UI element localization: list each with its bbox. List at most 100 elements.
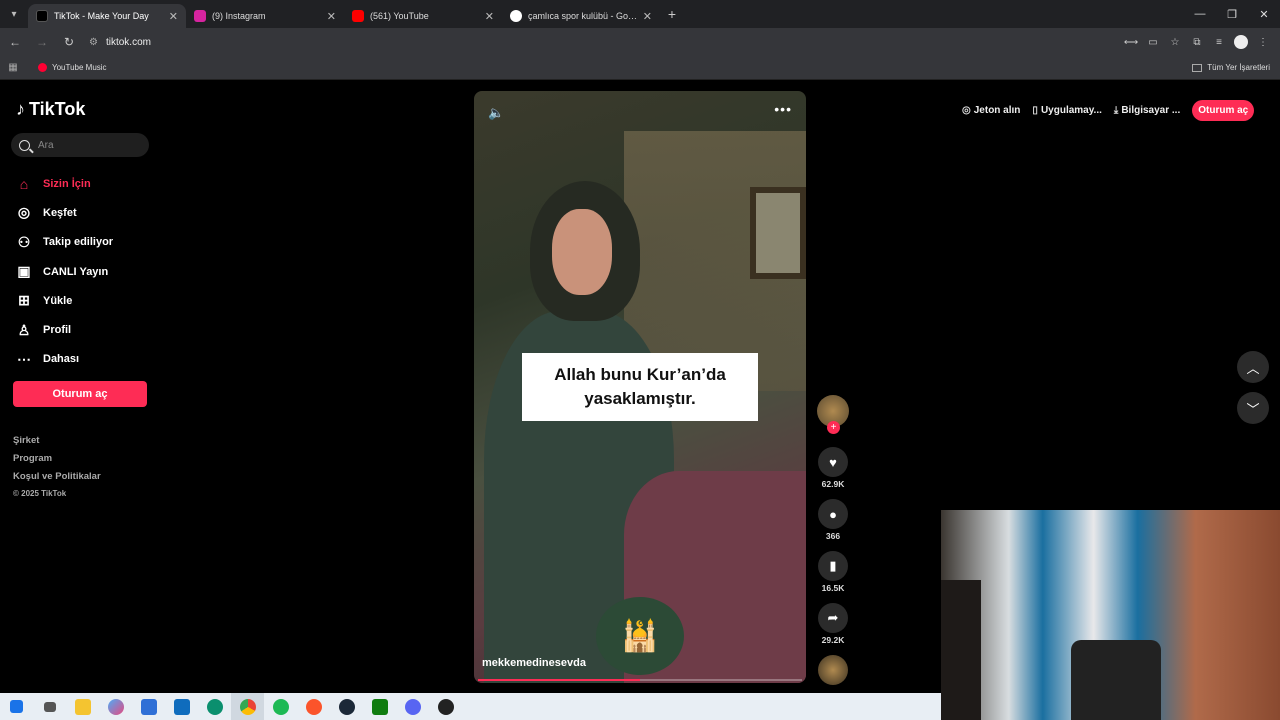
edge-icon[interactable] [198, 693, 231, 720]
media-player-icon[interactable] [429, 693, 462, 720]
video-scene-face [552, 209, 612, 295]
apps-grid-icon[interactable]: ▦ [0, 62, 26, 73]
video-username[interactable]: mekkemedinesevda [482, 657, 586, 669]
follow-plus-icon[interactable]: + [827, 421, 840, 434]
forward-icon[interactable]: → [30, 30, 54, 54]
bookmark-star-icon[interactable]: ☆ [1164, 30, 1186, 54]
sidebar-login-button[interactable]: Oturum aç [13, 381, 147, 407]
get-coins-label: Jeton alın [973, 105, 1021, 116]
profile-icon: ♙ [17, 321, 31, 338]
spotify-icon[interactable] [264, 693, 297, 720]
close-tab-icon[interactable]: ✕ [485, 10, 494, 23]
tab-tiktok[interactable]: TikTok - Make Your Day ✕ [28, 4, 186, 28]
sidebar-item-profile[interactable]: ♙ Profil [14, 315, 113, 344]
extensions-icon[interactable]: ⧉ [1186, 30, 1208, 54]
search-input[interactable]: Ara [11, 133, 149, 157]
header-login-button[interactable]: Oturum aç [1192, 100, 1255, 121]
tab-label: (9) Instagram [212, 11, 266, 21]
video-caption: Allah bunu Kur’an’da yasaklamıştır. [522, 353, 758, 421]
new-tab-icon[interactable]: + [660, 6, 684, 22]
tiktok-favicon-icon [36, 10, 48, 22]
tiktok-logo[interactable]: ♪ TikTok [16, 99, 85, 120]
discord-icon[interactable] [396, 693, 429, 720]
tab-label: TikTok - Make Your Day [54, 11, 149, 21]
share-arrow-icon[interactable]: ➦ [818, 603, 848, 633]
sidebar-item-following[interactable]: ⚇ Takip ediliyor [14, 228, 113, 257]
sidebar-item-upload[interactable]: ⊞ Yükle [14, 286, 113, 315]
outlook-icon[interactable] [165, 693, 198, 720]
comment-icon[interactable]: ● [818, 499, 848, 529]
sidebar-item-live[interactable]: ▣ CANLI Yayın [14, 257, 113, 286]
comment-count: 366 [825, 531, 841, 541]
footer-link-program[interactable]: Program [13, 453, 101, 471]
next-video-chevron-down-icon[interactable]: ﹀ [1237, 392, 1269, 424]
close-tab-icon[interactable]: ✕ [327, 10, 336, 23]
windows-taskbar [0, 693, 941, 720]
live-tv-icon: ▣ [17, 263, 31, 280]
video-player[interactable]: 🔈 ••• Allah bunu Kur’an’da yasaklamıştır… [474, 91, 806, 683]
close-tab-icon[interactable]: ✕ [643, 10, 652, 23]
media-icon[interactable]: ≡ [1208, 30, 1230, 54]
tab-youtube[interactable]: (561) YouTube ✕ [344, 4, 502, 28]
video-progress-bar[interactable] [478, 679, 802, 681]
youtube-favicon-icon [352, 10, 364, 22]
steam-icon[interactable] [330, 693, 363, 720]
browser-toolbar: ← → ↻ ⚙ tiktok.com ⟷ ▭ ☆ ⧉ ≡ ⋮ [0, 28, 1280, 56]
translate-icon[interactable]: ⟷ [1120, 30, 1142, 54]
close-tab-icon[interactable]: ✕ [169, 10, 178, 23]
profile-avatar-icon[interactable] [1234, 35, 1248, 49]
save-count: 16.5K [821, 583, 845, 593]
browser-menu-icon[interactable]: ⋮ [1252, 30, 1274, 54]
volume-icon[interactable]: 🔈 [488, 105, 504, 121]
sidebar-item-more[interactable]: ⋯ Dahası [14, 345, 113, 374]
all-bookmarks-label: Tüm Yer İşaretleri [1207, 63, 1270, 72]
copilot-icon[interactable] [99, 693, 132, 720]
sidebar-item-explore[interactable]: ◎ Keşfet [14, 198, 113, 227]
close-window-icon[interactable]: ✕ [1248, 0, 1280, 28]
sidebar-item-for-you[interactable]: ⌂ Sizin İçin [14, 169, 113, 198]
previous-video-chevron-up-icon[interactable]: ︿ [1237, 351, 1269, 383]
like-heart-icon[interactable]: ♥ [818, 447, 848, 477]
reload-icon[interactable]: ↻ [57, 30, 81, 54]
minimize-icon[interactable]: — [1184, 0, 1216, 28]
tab-google[interactable]: çamlıca spor kulübü - Google'da ✕ [502, 4, 660, 28]
music-disc-icon[interactable] [818, 655, 848, 685]
copyright-text: © 2025 TikTok [13, 489, 67, 498]
restore-icon[interactable]: ❐ [1216, 0, 1248, 28]
desktop-app-link[interactable]: ⤓ Bilgisayar ... [1114, 105, 1180, 116]
upload-icon: ⊞ [18, 292, 30, 309]
share-count: 29.2K [821, 635, 845, 645]
windows-start-icon[interactable] [0, 693, 33, 720]
chrome-icon[interactable] [231, 693, 264, 720]
tab-instagram[interactable]: (9) Instagram ✕ [186, 4, 344, 28]
back-icon[interactable]: ← [3, 30, 27, 54]
cast-icon[interactable]: ▭ [1142, 30, 1164, 54]
footer-link-company[interactable]: Şirket [13, 435, 101, 453]
like-count: 62.9K [821, 479, 845, 489]
site-info-icon[interactable]: ⚙ [89, 37, 98, 48]
store-icon[interactable] [132, 693, 165, 720]
video-more-icon[interactable]: ••• [774, 101, 792, 117]
address-bar[interactable]: ⚙ tiktok.com [89, 31, 1099, 53]
xbox-icon[interactable] [363, 693, 396, 720]
brave-icon[interactable] [297, 693, 330, 720]
bookmark-youtube-music[interactable]: YouTube Music [38, 63, 107, 72]
bookmark-icon[interactable]: ▮ [818, 551, 848, 581]
get-coins-link[interactable]: ◎ Jeton alın [962, 105, 1020, 116]
window-controls: — ❐ ✕ [1184, 0, 1280, 28]
footer-link-terms[interactable]: Koşul ve Politikalar [13, 471, 101, 489]
all-bookmarks[interactable]: Tüm Yer İşaretleri [1192, 63, 1270, 72]
tab-label: (561) YouTube [370, 11, 429, 21]
task-view-icon[interactable] [33, 693, 66, 720]
sidebar-item-label: Keşfet [43, 206, 77, 219]
tab-search-icon[interactable]: ▾ [0, 0, 28, 28]
sidebar-item-label: Profil [43, 324, 72, 337]
webcam-chair [1071, 640, 1161, 720]
compass-icon: ◎ [17, 204, 31, 221]
creator-avatar[interactable]: + [817, 395, 849, 434]
get-app-link[interactable]: ▯ Uygulamay... [1032, 105, 1101, 116]
file-explorer-icon[interactable] [66, 693, 99, 720]
phone-icon: ▯ [1032, 105, 1038, 116]
folder-icon [1192, 63, 1203, 72]
instagram-favicon-icon [194, 10, 206, 22]
